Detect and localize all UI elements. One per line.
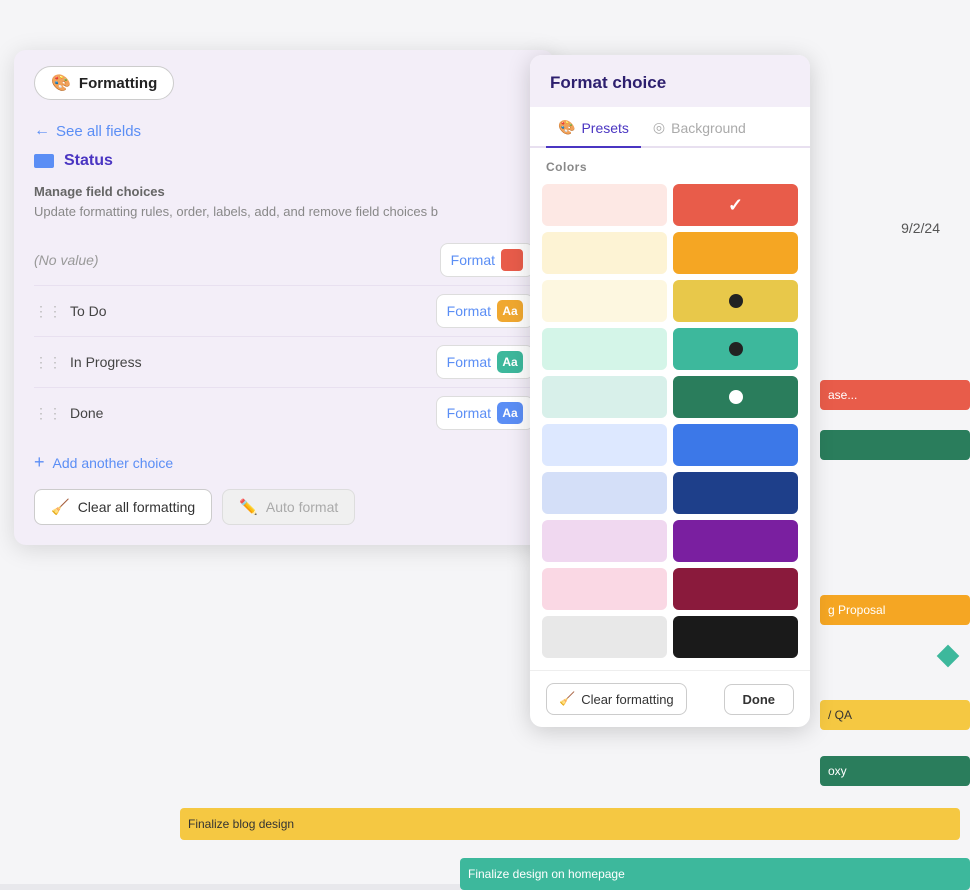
format-choice-header: Format choice [530, 55, 810, 107]
tab-presets[interactable]: 🎨 Presets [546, 107, 641, 148]
add-choice-row[interactable]: + Add another choice [14, 438, 554, 473]
choice-label-done: Done [70, 405, 103, 421]
back-arrow-icon: ← [34, 122, 50, 140]
format-choice-title: Format choice [550, 73, 790, 93]
manage-section: Manage field choices Update formatting r… [14, 184, 554, 235]
status-field-icon [34, 154, 54, 168]
choice-row-done: ⋮⋮ Done Format Aa [34, 388, 534, 438]
colors-section-label: Colors [530, 148, 810, 180]
color-cell-5-right[interactable] [673, 424, 798, 466]
tab-background[interactable]: ◎ Background [641, 107, 758, 148]
format-choice-panel: Format choice 🎨 Presets ◎ Background Col… [530, 55, 810, 727]
color-cell-3-right[interactable] [673, 328, 798, 370]
choice-label-in-progress: In Progress [70, 354, 142, 370]
status-field-label: Status [64, 152, 113, 170]
color-cell-2-left[interactable] [542, 280, 667, 322]
presets-tab-label: Presets [581, 120, 628, 136]
color-cell-9-left[interactable] [542, 616, 667, 658]
color-cell-2-right[interactable] [673, 280, 798, 322]
clear-formatting-button[interactable]: 🧹 Clear formatting [546, 683, 687, 715]
choice-row-no-value: (No value) Format [34, 235, 534, 286]
diamond-icon [937, 645, 960, 668]
cal-bar-finalize-blog: Finalize blog design [180, 808, 960, 840]
auto-format-icon: ✏️ [239, 498, 258, 516]
cal-bar-2 [820, 430, 970, 460]
auto-format-label: Auto format [266, 499, 338, 515]
clear-all-formatting-button[interactable]: 🧹 Clear all formatting [34, 489, 212, 525]
color-cell-0-left[interactable] [542, 184, 667, 226]
color-cell-5-left[interactable] [542, 424, 667, 466]
color-cell-6-right[interactable] [673, 472, 798, 514]
aa-badge-todo: Aa [497, 300, 523, 322]
color-cell-3-left[interactable] [542, 328, 667, 370]
format-label-0: Format [451, 252, 495, 268]
presets-tab-icon: 🎨 [558, 119, 575, 136]
see-all-fields-link[interactable]: ← See all fields [14, 112, 554, 144]
choice-row-todo: ⋮⋮ To Do Format Aa [34, 286, 534, 337]
color-cell-6-left[interactable] [542, 472, 667, 514]
manage-title: Manage field choices [34, 184, 534, 199]
manage-desc: Update formatting rules, order, labels, … [34, 203, 534, 221]
cal-bar-4: / QA [820, 700, 970, 730]
cal-bar-1: ase... [820, 380, 970, 410]
clear-formatting-label: Clear formatting [581, 692, 673, 707]
format-label-2: Format [447, 354, 491, 370]
color-cell-8-right[interactable] [673, 568, 798, 610]
color-grid [530, 180, 810, 670]
format-button-done[interactable]: Format Aa [436, 396, 534, 430]
format-choice-tabs: 🎨 Presets ◎ Background [530, 107, 810, 148]
choice-drag-done: ⋮⋮ Done [34, 405, 103, 422]
clear-all-label: Clear all formatting [78, 499, 196, 515]
back-link-label: See all fields [56, 123, 141, 140]
status-row: Status [14, 144, 554, 184]
background-tab-icon: ◎ [653, 119, 665, 136]
formatting-title-button[interactable]: 🎨 Formatting [34, 66, 174, 100]
drag-handle-todo[interactable]: ⋮⋮ [34, 303, 62, 320]
format-button-in-progress[interactable]: Format Aa [436, 345, 534, 379]
formatting-title: Formatting [79, 75, 157, 92]
format-button-no-value[interactable]: Format [440, 243, 534, 277]
color-cell-4-right[interactable] [673, 376, 798, 418]
choice-drag-in-progress: ⋮⋮ In Progress [34, 354, 142, 371]
aa-badge-in-progress: Aa [497, 351, 523, 373]
done-button[interactable]: Done [724, 684, 795, 715]
drag-handle-in-progress[interactable]: ⋮⋮ [34, 354, 62, 371]
aa-badge-done: Aa [497, 402, 523, 424]
format-choice-footer: 🧹 Clear formatting Done [530, 670, 810, 727]
color-cell-1-left[interactable] [542, 232, 667, 274]
clear-all-icon: 🧹 [51, 498, 70, 516]
bottom-actions: 🧹 Clear all formatting ✏️ Auto format [14, 473, 554, 525]
color-swatch-0 [501, 249, 523, 271]
cal-bar-finalize-homepage: Finalize design on homepage [460, 858, 970, 890]
formatting-panel: 🎨 Formatting ← See all fields Status Man… [14, 50, 554, 545]
formatting-header: 🎨 Formatting [14, 50, 554, 112]
choice-label-no-value: (No value) [34, 252, 99, 268]
auto-format-button[interactable]: ✏️ Auto format [222, 489, 355, 525]
choice-drag-todo: ⋮⋮ To Do [34, 303, 107, 320]
color-cell-0-right[interactable] [673, 184, 798, 226]
plus-icon: + [34, 452, 45, 473]
color-cell-8-left[interactable] [542, 568, 667, 610]
cal-bar-3: g Proposal [820, 595, 970, 625]
done-label: Done [743, 692, 776, 707]
color-cell-7-left[interactable] [542, 520, 667, 562]
format-label-3: Format [447, 405, 491, 421]
choice-label-todo: To Do [70, 303, 107, 319]
choice-row-in-progress: ⋮⋮ In Progress Format Aa [34, 337, 534, 388]
clear-fmt-icon: 🧹 [559, 691, 575, 707]
color-cell-1-right[interactable] [673, 232, 798, 274]
background-tab-label: Background [671, 120, 746, 136]
color-cell-7-right[interactable] [673, 520, 798, 562]
palette-icon: 🎨 [51, 73, 71, 93]
format-label-1: Format [447, 303, 491, 319]
cal-bar-5: oxy [820, 756, 970, 786]
format-button-todo[interactable]: Format Aa [436, 294, 534, 328]
color-cell-9-right[interactable] [673, 616, 798, 658]
choices-list: (No value) Format ⋮⋮ To Do Format Aa ⋮⋮ … [14, 235, 554, 438]
color-cell-4-left[interactable] [542, 376, 667, 418]
calendar-date: 9/2/24 [901, 220, 940, 236]
add-choice-label: Add another choice [53, 455, 174, 471]
drag-handle-done[interactable]: ⋮⋮ [34, 405, 62, 422]
